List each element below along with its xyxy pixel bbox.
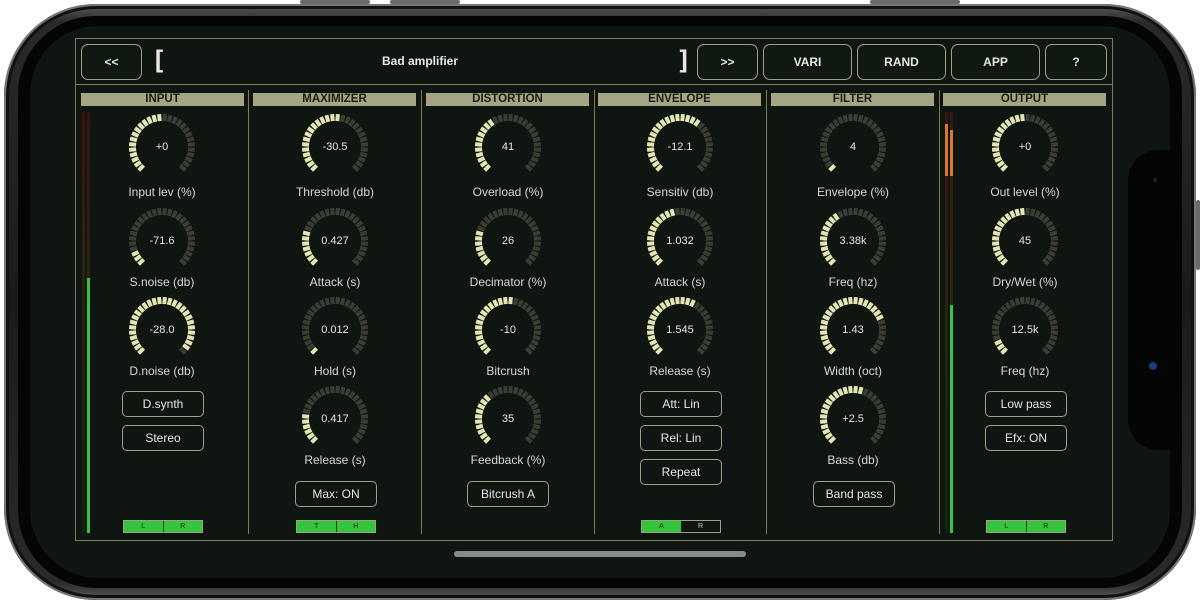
input-meter-left-bg [82,112,85,533]
band-pass-button[interactable]: Band pass [813,481,895,507]
knob-label: Decimator (%) [469,275,547,289]
release-curve-button[interactable]: Rel: Lin [640,425,722,451]
left-bracket: [ [151,46,167,76]
phone-top-button-3 [870,0,960,4]
knob-label: Freq (hz) [828,275,878,289]
knob-filter-freq[interactable]: 3.38k [818,206,888,276]
toggle-l[interactable]: L [987,521,1026,532]
home-indicator [454,551,746,557]
prev-preset-button[interactable]: << [81,44,142,80]
knob-label: Feedback (%) [470,453,546,467]
section-header-distortion: DISTORTION [426,93,589,106]
knob-input-level[interactable]: +0 [127,112,197,182]
knob-feedback[interactable]: 35 [473,384,543,454]
knob-overload[interactable]: 41 [473,112,543,182]
maximizer-th-toggle[interactable]: T H [296,520,376,533]
knob-label: Envelope (%) [816,185,890,199]
knob-env-release[interactable]: 1.545 [645,295,715,365]
section-divider [939,90,940,534]
toggle-r[interactable]: R [681,521,720,532]
output-meter-level [950,305,953,533]
knob-label: Attack (s) [309,275,361,289]
knob-label: Overload (%) [472,185,544,199]
knob-label: Input lev (%) [128,185,196,199]
knob-env-attack[interactable]: 1.032 [645,206,715,276]
knob-threshold[interactable]: -30.5 [300,112,370,182]
knob-label: Width (oct) [823,364,882,378]
phone-camera [1149,362,1157,370]
knob-bitcrush[interactable]: -10 [473,295,543,365]
section-divider [421,90,422,534]
preset-name[interactable]: Bad amplifier [170,54,670,68]
knob-label: Freq (hz) [1000,364,1050,378]
rand-button[interactable]: RAND [857,44,946,80]
knob-label: D.noise (db) [129,364,195,378]
knob-label: Hold (s) [313,364,356,378]
knob-max-attack[interactable]: 0.427 [300,206,370,276]
input-lr-toggle[interactable]: L R [123,520,203,533]
knob-decimator[interactable]: 26 [473,206,543,276]
section-header-maximizer: MAXIMIZER [253,93,416,106]
knob-out-freq[interactable]: 12.5k [990,295,1060,365]
knob-width[interactable]: 1.43 [818,295,888,365]
section-header-input: INPUT [81,93,244,106]
phone-side-button [1196,200,1200,270]
app-button[interactable]: APP [951,44,1040,80]
section-divider [248,90,249,534]
max-on-button[interactable]: Max: ON [295,481,377,507]
d-synth-button[interactable]: D.synth [122,391,204,417]
help-button[interactable]: ? [1045,44,1107,80]
section-header-envelope: ENVELOPE [598,93,761,106]
knob-filter-envelope[interactable]: 4 [818,112,888,182]
bitcrush-mode-button[interactable]: Bitcrush A [467,481,549,507]
section-divider [594,90,595,534]
phone-top-button-2 [390,0,460,4]
knob-label: Release (s) [649,364,711,378]
knob-label: Attack (s) [654,275,706,289]
stereo-button[interactable]: Stereo [122,425,204,451]
knob-label: Bitcrush [486,364,530,378]
knob-label: Sensitiv (db) [646,185,714,199]
output-meter-peak [945,124,948,176]
knob-out-level[interactable]: +0 [990,112,1060,182]
toggle-t[interactable]: T [297,521,336,532]
toggle-r[interactable]: R [1025,521,1065,532]
phone-top-button [300,0,370,4]
phone-sensor [1153,178,1157,182]
knob-label: Dry/Wet (%) [992,275,1058,289]
toolbar-divider [75,84,1113,85]
attack-curve-button[interactable]: Att: Lin [640,391,722,417]
section-header-filter: FILTER [771,93,934,106]
knob-label: Bass (db) [827,453,879,467]
low-pass-button[interactable]: Low pass [985,391,1067,417]
toggle-r[interactable]: R [162,521,202,532]
next-preset-button[interactable]: >> [697,44,758,80]
knob-label: S.noise (db) [129,275,195,289]
output-lr-toggle[interactable]: L R [986,520,1066,533]
repeat-button[interactable]: Repeat [640,459,722,485]
section-divider [766,90,767,534]
phone-notch [1128,150,1172,450]
input-meter-level [87,278,90,533]
output-meter-peak-2 [950,130,953,176]
right-bracket: ] [676,46,692,76]
efx-on-button[interactable]: Efx: ON [985,425,1067,451]
knob-s-noise[interactable]: -71.6 [127,206,197,276]
toggle-h[interactable]: H [335,521,375,532]
knob-label: Out level (%) [990,185,1060,199]
knob-bass[interactable]: +2.5 [818,384,888,454]
envelope-ar-toggle[interactable]: A R [641,520,721,533]
toggle-l[interactable]: L [124,521,163,532]
knob-max-release[interactable]: 0.417 [300,384,370,454]
knob-dry-wet[interactable]: 45 [990,206,1060,276]
knob-d-noise[interactable]: -28.0 [127,295,197,365]
section-header-output: OUTPUT [943,93,1106,106]
knob-hold[interactable]: 0.012 [300,295,370,365]
knob-sensitivity[interactable]: -12.1 [645,112,715,182]
toggle-a[interactable]: A [642,521,681,532]
knob-label: Threshold (db) [295,185,375,199]
knob-label: Release (s) [304,453,366,467]
vari-button[interactable]: VARI [763,44,852,80]
